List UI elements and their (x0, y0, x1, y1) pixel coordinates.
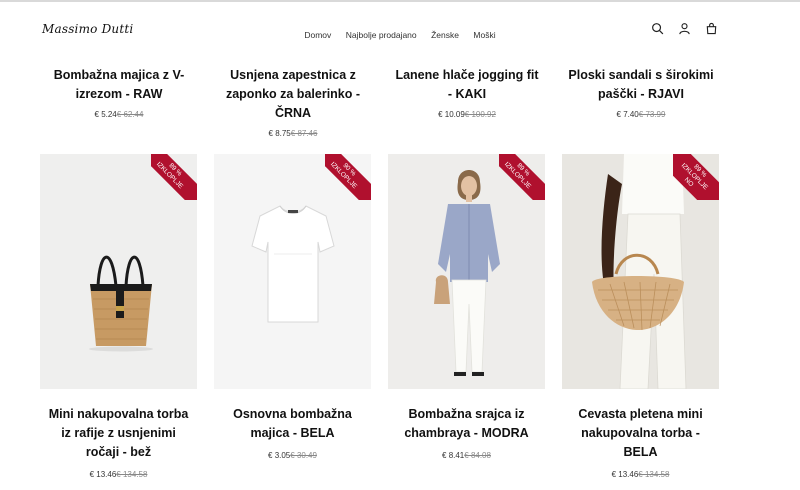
search-icon[interactable] (651, 22, 664, 35)
old-price: € 134.58 (638, 470, 670, 479)
product-card[interactable]: 89 % IZKLOPLJE NO Cevasta pletena mini nak… (562, 154, 719, 479)
product-price: € 7.40€ 73.99 (616, 110, 666, 119)
discount-badge: 89 % IZKLOPLJE NO (673, 154, 719, 200)
product-item[interactable]: Ploski sandali s širokimi paščki - RJAVI… (554, 66, 728, 138)
old-price: € 84.08 (464, 451, 491, 460)
product-image[interactable]: 89 % IZKLOPLJE NO (562, 154, 719, 389)
old-price: € 73.99 (638, 110, 666, 119)
nav-men[interactable]: Moški (473, 30, 495, 40)
nav-women[interactable]: Ženske (431, 30, 459, 40)
product-title[interactable]: Mini nakupovalna torba iz rafije z usnje… (40, 405, 197, 462)
product-price: € 5.24€ 62.44 (94, 110, 144, 119)
product-price: € 10.09€ 100.92 (438, 110, 496, 119)
product-image[interactable]: 89 % IZKLOPLJE (388, 154, 545, 389)
product-price: € 13.46€ 134.58 (611, 470, 670, 479)
product-title[interactable]: Lanene hlače jogging fit - KAKI (380, 66, 554, 104)
discount-badge: 89 % IZKLOPLJE (151, 154, 197, 200)
discount-badge: 89 % IZKLOPLJE (499, 154, 545, 200)
product-image[interactable]: 90 % IZKLOPLJE (214, 154, 371, 389)
site-header: Massimo Dutti Domov Najbolje prodajano Ž… (0, 2, 800, 58)
product-price: € 3.05€ 30.49 (268, 451, 317, 460)
old-price: € 134.58 (116, 470, 148, 479)
product-title[interactable]: Ploski sandali s širokimi paščki - RJAVI (554, 66, 728, 104)
header-icons (651, 22, 718, 35)
product-item[interactable]: Usnjena zapestnica z zaponko za balerink… (206, 66, 380, 138)
bag-icon[interactable] (705, 22, 718, 35)
product-title[interactable]: Bombažna srajca iz chambraya - MODRA (388, 405, 545, 443)
old-price: € 30.49 (290, 451, 317, 460)
product-image[interactable]: 89 % IZKLOPLJE (40, 154, 197, 389)
product-title[interactable]: Bombažna majica z V-izrezom - RAW (32, 66, 206, 104)
old-price: € 100.92 (464, 110, 496, 119)
product-card[interactable]: 89 % IZKLOPLJE Mini nakupovalna torba iz … (40, 154, 197, 479)
product-title[interactable]: Cevasta pletena mini nakupovalna torba -… (562, 405, 719, 462)
old-price: € 87.46 (290, 129, 318, 138)
product-card[interactable]: 90 % IZKLOPLJE Osnovna bombažna majica - … (214, 154, 371, 479)
product-title[interactable]: Usnjena zapestnica z zaponko za balerink… (206, 66, 380, 123)
product-price: € 8.41€ 84.08 (442, 451, 491, 460)
user-icon[interactable] (678, 22, 691, 35)
previous-product-row: Bombažna majica z V-izrezom - RAW € 5.24… (32, 66, 728, 138)
nav-home[interactable]: Domov (304, 30, 331, 40)
product-grid: 89 % IZKLOPLJE Mini nakupovalna torba iz … (40, 154, 719, 479)
product-price: € 8.75€ 87.46 (268, 129, 318, 138)
product-price: € 13.46€ 134.58 (89, 470, 148, 479)
discount-badge: 90 % IZKLOPLJE (325, 154, 371, 200)
old-price: € 62.44 (116, 110, 144, 119)
product-item[interactable]: Bombažna majica z V-izrezom - RAW € 5.24… (32, 66, 206, 138)
product-card[interactable]: 89 % IZKLOPLJE Bombažna srajca iz chambra… (388, 154, 545, 479)
product-item[interactable]: Lanene hlače jogging fit - KAKI € 10.09€… (380, 66, 554, 138)
nav-bestsellers[interactable]: Najbolje prodajano (346, 30, 417, 40)
product-title[interactable]: Osnovna bombažna majica - BELA (214, 405, 371, 443)
